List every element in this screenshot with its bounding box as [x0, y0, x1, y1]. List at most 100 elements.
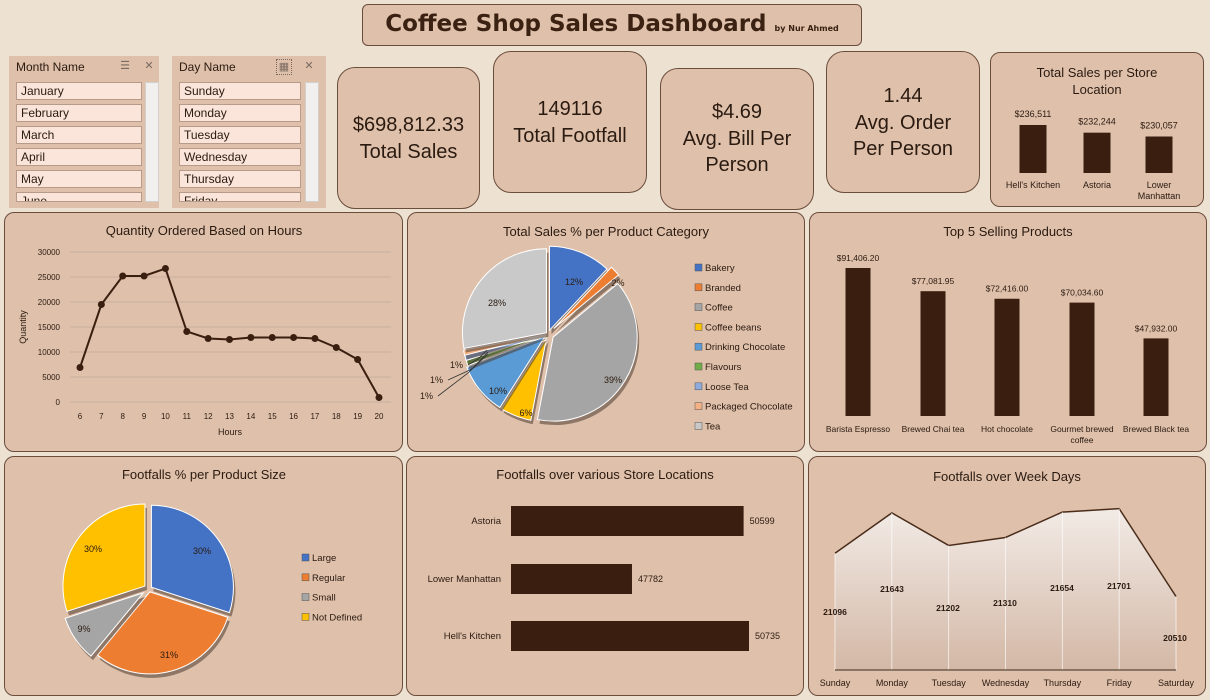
legend-swatch	[694, 402, 703, 410]
legend-swatch	[694, 382, 703, 391]
chart-title: Quantity Ordered Based on Hours	[106, 223, 303, 238]
title-text: Coffee Shop Sales Dashboard	[385, 11, 767, 37]
kpi-total-sales-label: Total Sales	[359, 141, 458, 163]
y-tick-label: 0	[56, 398, 61, 407]
weekdays-chart: Footfalls over Week Days 21096 Sunday 21643…	[820, 469, 1195, 688]
clear-filter-icon[interactable]: ✕	[302, 59, 316, 73]
x-axis-label: Hours	[218, 427, 243, 437]
slicer-item[interactable]: Sunday	[179, 82, 301, 100]
category-label: Lower	[1147, 180, 1172, 190]
legend-swatch	[301, 613, 310, 621]
data-label: 50599	[750, 516, 775, 526]
x-tick-label: 20	[375, 412, 384, 421]
x-tick-label: 9	[142, 412, 147, 421]
kpi-total-sales-value: $698,812.33	[352, 114, 465, 136]
slice-label: 9%	[77, 624, 90, 634]
chart-title: Footfalls over Week Days	[933, 469, 1081, 484]
hours-panel: Quantity Ordered Based on Hours 0 5000 1000…	[4, 212, 403, 452]
legend-swatch	[694, 422, 703, 430]
bar	[1143, 338, 1169, 416]
x-tick-label: 7	[99, 412, 104, 421]
bar	[1069, 302, 1095, 416]
slicer-item[interactable]: Monday	[179, 104, 301, 122]
slicer-item[interactable]: May	[16, 170, 142, 188]
y-tick-label: 15000	[38, 323, 61, 332]
dashboard-title: Coffee Shop Sales Dashboard by Nur Ahmed	[363, 11, 861, 37]
slicer-item[interactable]: Wednesday	[179, 148, 301, 166]
data-label: 21202	[936, 603, 960, 613]
data-point	[375, 394, 383, 401]
y-tick-label: 5000	[42, 373, 60, 382]
kpi-avg-bill: $4.69 Avg. Bill Per Person	[660, 68, 814, 210]
legend-swatch	[301, 553, 310, 562]
weekdays-panel: Footfalls over Week Days 21096 Sunday 21643…	[808, 456, 1206, 696]
x-tick-label: 17	[310, 412, 319, 421]
x-tick-label: 8	[120, 412, 125, 421]
bar	[1145, 136, 1173, 173]
category-label: Barista Espresso	[826, 424, 891, 434]
category-label: Thursday	[1044, 678, 1082, 688]
data-point	[161, 265, 169, 272]
slice-label: 39%	[604, 375, 622, 385]
multi-select-icon[interactable]: ☰	[118, 59, 132, 73]
y-tick-label: 10000	[38, 348, 61, 357]
category-label: Friday	[1107, 678, 1133, 688]
category-label: Brewed Black tea	[1123, 424, 1189, 434]
dashboard-title-box: Coffee Shop Sales Dashboard by Nur Ahmed	[362, 4, 862, 46]
legend-label: Large	[312, 553, 336, 564]
data-point	[290, 334, 298, 341]
legend-label: Small	[312, 593, 336, 604]
data-label: 50735	[755, 631, 780, 641]
data-point	[119, 272, 127, 280]
data-label: $70,034.60	[1061, 288, 1104, 298]
multi-select-icon[interactable]: ▦	[276, 59, 292, 75]
bar	[920, 291, 946, 416]
kpi-total-footfall: 149116 Total Footfall	[493, 51, 647, 193]
chart-title: Footfalls % per Product Size	[122, 467, 286, 482]
category-label: Hell's Kitchen	[444, 631, 501, 642]
slicer-item[interactable]: April	[16, 148, 142, 166]
data-point	[140, 272, 148, 280]
slicer-item[interactable]: Tuesday	[179, 126, 301, 144]
day-slicer-scrollbar[interactable]	[305, 82, 319, 202]
data-point	[311, 335, 319, 342]
bar	[1019, 125, 1047, 173]
month-slicer-scrollbar[interactable]	[145, 82, 159, 202]
slicer-item[interactable]: Thursday	[179, 170, 301, 188]
kpi-avg-order-label-2: Per Person	[852, 138, 954, 160]
kpi-avg-order: 1.44 Avg. Order Per Person	[826, 51, 980, 193]
store-sales-chart: Total Sales per Store Location $236,511 Hel…	[1006, 65, 1181, 201]
slice-label: 30%	[84, 544, 102, 554]
bar	[511, 506, 744, 536]
x-tick-label: 15	[268, 412, 277, 421]
y-axis-label: Quantity	[18, 310, 28, 344]
category-label: Manhattan	[1138, 191, 1181, 201]
month-slicer: Month Name ☰ ✕ January February March April…	[9, 56, 159, 208]
x-tick-label: 14	[246, 412, 255, 421]
clear-filter-icon[interactable]: ✕	[142, 59, 156, 73]
data-label: 21096	[823, 607, 847, 617]
bar	[845, 268, 871, 416]
data-label: $236,511	[1015, 109, 1052, 119]
slicer-item[interactable]: March	[16, 126, 142, 144]
slicer-item[interactable]: February	[16, 104, 142, 122]
data-point	[332, 344, 340, 351]
y-tick-label: 30000	[38, 248, 61, 257]
legend-label: Coffee beans	[705, 322, 762, 333]
slice-label: 6%	[519, 408, 532, 418]
legend-label: Branded	[705, 283, 741, 294]
kpi-avg-bill-value: $4.69	[711, 101, 763, 123]
category-label: Tuesday	[932, 678, 967, 688]
chart-title-line-2: Location	[1072, 82, 1121, 97]
kpi-total-footfall-label: Total Footfall	[513, 125, 627, 147]
slicer-item[interactable]: January	[16, 82, 142, 100]
data-point	[183, 328, 191, 335]
data-label: $47,932.00	[1135, 323, 1178, 333]
category-label: Wednesday	[982, 678, 1030, 688]
category-label: Brewed Chai tea	[902, 424, 965, 434]
bar	[511, 621, 749, 651]
x-tick-label: 6	[78, 412, 83, 421]
slicer-item[interactable]: June	[16, 192, 142, 202]
chart-title-line-1: Total Sales per Store	[1037, 65, 1158, 80]
slicer-item[interactable]: Friday	[179, 192, 301, 202]
